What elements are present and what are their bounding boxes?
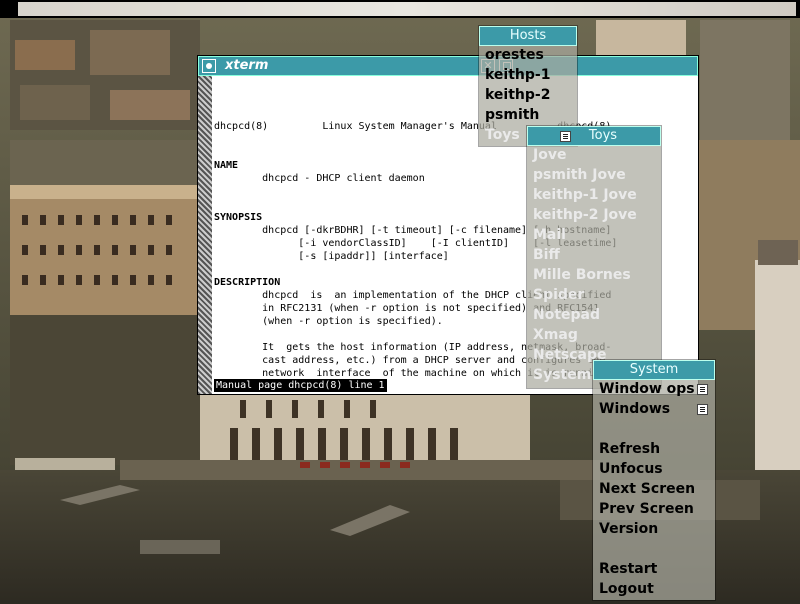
text-line: [-s [ipaddr]] [interface]	[214, 251, 449, 262]
menu-item-mail[interactable]: Mail	[533, 227, 566, 243]
iconify-icon[interactable]	[202, 59, 216, 73]
menu-item-keithp-1[interactable]: keithp-1	[485, 67, 550, 83]
toys-menu-title-label: Toys	[588, 128, 618, 143]
menu-item-biff[interactable]: Biff	[533, 247, 560, 263]
text-line: dhcpcd - DHCP client daemon	[214, 173, 425, 184]
submenu-icon	[560, 131, 571, 142]
menu-item-keithp-2[interactable]: keithp-2	[485, 87, 550, 103]
submenu-icon	[697, 404, 708, 415]
menu-item-windows[interactable]: Windows	[599, 401, 670, 417]
section-description-heading: DESCRIPTION	[214, 277, 281, 288]
menu-item-mille-bornes[interactable]: Mille Bornes	[533, 267, 631, 283]
section-name-heading: NAME	[214, 160, 239, 171]
section-synopsis-heading: SYNOPSIS	[214, 212, 263, 223]
menu-item-refresh[interactable]: Refresh	[599, 441, 660, 457]
xterm-titlebar[interactable]: xterm ✕	[198, 56, 698, 76]
menu-item-keithp-1-jove[interactable]: keithp-1 Jove	[533, 187, 637, 203]
xterm-scrollbar[interactable]	[198, 76, 212, 394]
menu-item-window-ops[interactable]: Window ops	[599, 381, 695, 397]
menu-item-psmith[interactable]: psmith	[485, 107, 539, 123]
pager-status-line: Manual page dhcpcd(8) line 1	[214, 379, 387, 392]
menu-item-spider[interactable]: Spider	[533, 287, 584, 303]
menu-item-xmag[interactable]: Xmag	[533, 327, 578, 343]
menu-item-next-screen[interactable]: Next Screen	[599, 481, 695, 497]
menu-item-version[interactable]: Version	[599, 521, 658, 537]
menu-item-prev-screen[interactable]: Prev Screen	[599, 501, 694, 517]
menu-item-system[interactable]: System	[533, 367, 591, 383]
toys-menu[interactable]: Toys Jove psmith Jove keithp-1 Jove keit…	[527, 126, 661, 388]
menu-item-keithp-2-jove[interactable]: keithp-2 Jove	[533, 207, 637, 223]
xterm-title-label: xterm	[225, 58, 269, 73]
menu-item-jove[interactable]: Jove	[533, 147, 566, 163]
menu-item-restart[interactable]: Restart	[599, 561, 657, 577]
menu-item-toys[interactable]: Toys	[485, 127, 520, 143]
hosts-menu-title: Hosts	[479, 26, 577, 46]
text-line: (when -r option is specified).	[214, 316, 443, 327]
system-menu-title: System	[593, 360, 715, 380]
toys-menu-title: Toys	[527, 126, 661, 146]
menu-item-logout[interactable]: Logout	[599, 581, 654, 597]
menu-item-psmith-jove[interactable]: psmith Jove	[533, 167, 626, 183]
submenu-icon	[697, 384, 708, 395]
system-menu[interactable]: System Window ops Windows Refresh Unfocu…	[593, 360, 715, 600]
menu-item-orestes[interactable]: orestes	[485, 47, 544, 63]
menu-item-notepad[interactable]: Notepad	[533, 307, 600, 323]
menu-item-unfocus[interactable]: Unfocus	[599, 461, 663, 477]
